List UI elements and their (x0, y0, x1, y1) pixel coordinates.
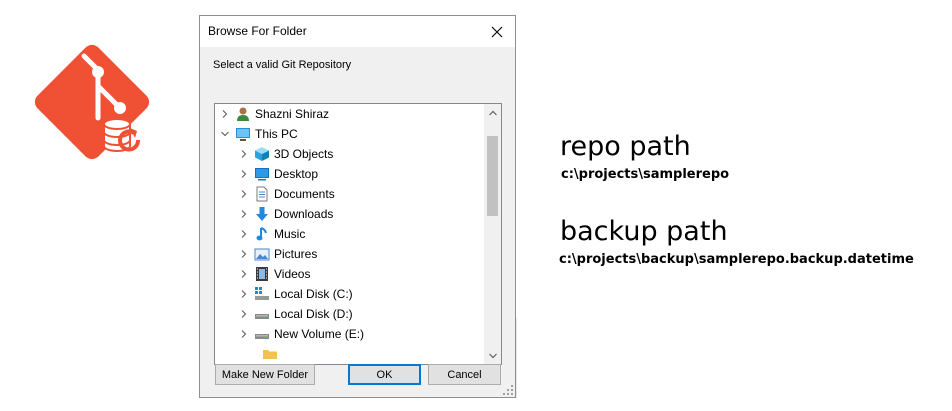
tree-item-label: Pictures (274, 247, 318, 261)
tree-item-local-disk-d[interactable]: Local Disk (D:) (238, 304, 353, 324)
chevron-right-icon[interactable] (219, 104, 231, 124)
tree-item-label: Shazni Shiraz (255, 107, 330, 121)
scroll-up-button[interactable] (484, 104, 501, 121)
documents-icon (254, 186, 270, 202)
this-pc-icon (235, 126, 251, 142)
tree-item-label: This PC (255, 127, 298, 141)
tree-item-label: Local Disk (C:) (274, 287, 353, 301)
3d-objects-icon (254, 146, 270, 162)
tree-item-3d-objects[interactable]: 3D Objects (238, 144, 333, 164)
tree-item-desktop[interactable]: Desktop (238, 164, 318, 184)
chevron-right-icon[interactable] (238, 264, 250, 284)
chevron-right-icon[interactable] (238, 284, 250, 304)
tree-item-label: Local Disk (D:) (274, 307, 353, 321)
vertical-scrollbar[interactable] (484, 104, 501, 364)
music-icon (254, 226, 270, 242)
new-volume-e-icon (254, 326, 270, 342)
make-new-folder-button[interactable]: Make New Folder (215, 364, 315, 385)
tree-item-local-disk-c[interactable]: Local Disk (C:) (238, 284, 353, 304)
chevron-right-icon[interactable] (238, 244, 250, 264)
dialog-title: Browse For Folder (208, 24, 307, 38)
folder-tree[interactable]: Shazni Shiraz This PC 3D Objects Desktop… (214, 103, 502, 365)
chevron-right-icon[interactable] (238, 324, 250, 344)
ok-button[interactable]: OK (348, 364, 421, 385)
tree-item-label: 3D Objects (274, 147, 334, 161)
tree-item-label: Desktop (274, 167, 319, 181)
tree-item-documents[interactable]: Documents (238, 184, 335, 204)
videos-icon (254, 266, 270, 282)
repo-path-value: c:\projects\samplerepo (561, 167, 730, 182)
tree-item-label: New Volume (E:) (274, 327, 365, 341)
title-bar: Browse For Folder (200, 16, 515, 47)
cancel-button[interactable]: Cancel (428, 364, 501, 385)
chevron-down-icon (488, 353, 497, 358)
tree-item-partial (258, 344, 282, 364)
tree-item-music[interactable]: Music (238, 224, 305, 244)
tree-item-label: Videos (274, 267, 311, 281)
desktop-icon (254, 166, 270, 182)
tree-item-label: Documents (274, 187, 335, 201)
scroll-down-button[interactable] (484, 347, 501, 364)
pictures-icon (254, 246, 270, 262)
close-icon (491, 26, 503, 37)
repo-path-heading: repo path (560, 131, 691, 162)
chevron-right-icon[interactable] (238, 184, 250, 204)
downloads-icon (254, 206, 270, 222)
chevron-right-icon[interactable] (238, 204, 250, 224)
git-backup-logo (34, 44, 150, 160)
chevron-down-icon[interactable] (219, 124, 231, 144)
close-button[interactable] (479, 16, 515, 47)
chevron-right-icon[interactable] (238, 144, 250, 164)
browse-for-folder-dialog: Browse For Folder Select a valid Git Rep… (199, 15, 516, 398)
folder-icon (262, 346, 278, 362)
chevron-up-icon (488, 110, 497, 115)
window-edge (516, 318, 517, 398)
dialog-prompt: Select a valid Git Repository (213, 59, 352, 71)
local-disk-d-icon (254, 306, 270, 322)
tree-item-videos[interactable]: Videos (238, 264, 310, 284)
scrollbar-thumb[interactable] (487, 136, 498, 216)
tree-item-pictures[interactable]: Pictures (238, 244, 317, 264)
tree-item-this-pc[interactable]: This PC (219, 124, 298, 144)
chevron-right-icon[interactable] (238, 164, 250, 184)
tree-item-label: Downloads (274, 207, 334, 221)
tree-item-downloads[interactable]: Downloads (238, 204, 333, 224)
chevron-right-icon[interactable] (238, 304, 250, 324)
tree-item-shazni-shiraz[interactable]: Shazni Shiraz (219, 104, 329, 124)
user-icon (235, 106, 251, 122)
local-disk-c-icon (254, 286, 270, 302)
resize-grip-icon[interactable] (503, 385, 513, 395)
tree-item-label: Music (274, 227, 306, 241)
chevron-right-icon[interactable] (238, 224, 250, 244)
backup-path-heading: backup path (560, 216, 728, 247)
tree-item-new-volume-e[interactable]: New Volume (E:) (238, 324, 364, 344)
backup-path-value: c:\projects\backup\samplerepo.backup.dat… (559, 252, 914, 267)
